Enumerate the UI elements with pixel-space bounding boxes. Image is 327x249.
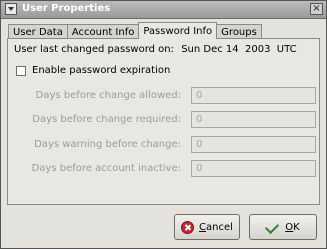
- days-before-change-required-label: Days before change required:: [32, 114, 181, 125]
- days-warning-before-change-field[interactable]: 0: [191, 136, 316, 153]
- password-info-panel: User last changed password on: Sun Dec 1…: [7, 38, 320, 205]
- days-before-account-inactive-field[interactable]: 0: [191, 160, 316, 177]
- last-changed-label: User last changed password on:: [14, 44, 174, 55]
- days-before-change-required-field[interactable]: 0: [191, 111, 316, 128]
- days-warning-before-change-label: Days warning before change:: [34, 139, 181, 150]
- enable-expiration-checkbox[interactable]: [16, 65, 26, 76]
- tab-groups[interactable]: Groups: [216, 24, 262, 39]
- cancel-icon: [181, 220, 195, 234]
- ok-button[interactable]: OK: [249, 214, 317, 240]
- days-before-account-inactive-label: Days before account inactive:: [31, 163, 181, 174]
- expiration-checkbox-row[interactable]: Enable password expiration: [16, 65, 170, 76]
- days-before-change-allowed-label: Days before change allowed:: [35, 90, 181, 101]
- checkmark-icon: [266, 221, 280, 233]
- tab-password-info[interactable]: Password Info: [138, 22, 218, 39]
- tab-account-info[interactable]: Account Info: [66, 24, 140, 39]
- days-before-change-allowed-field[interactable]: 0: [191, 87, 316, 104]
- ok-label: OK: [285, 221, 300, 233]
- enable-expiration-label[interactable]: Enable password expiration: [32, 65, 170, 76]
- last-changed-row: User last changed password on: Sun Dec 1…: [14, 44, 297, 55]
- titlebar[interactable]: User Properties ×: [1, 1, 326, 19]
- cancel-label: Cancel: [199, 221, 233, 233]
- tab-bar: User Data Account Info Password Info Gro…: [8, 22, 262, 39]
- cancel-button[interactable]: Cancel: [174, 214, 240, 240]
- user-properties-dialog: User Properties × User Data Account Info…: [0, 0, 327, 249]
- last-changed-value: Sun Dec 14 2003 UTC: [181, 44, 297, 55]
- window-menu-icon[interactable]: [5, 3, 17, 15]
- tab-user-data[interactable]: User Data: [8, 24, 68, 39]
- close-icon[interactable]: ×: [310, 3, 323, 15]
- window-title: User Properties: [22, 3, 111, 14]
